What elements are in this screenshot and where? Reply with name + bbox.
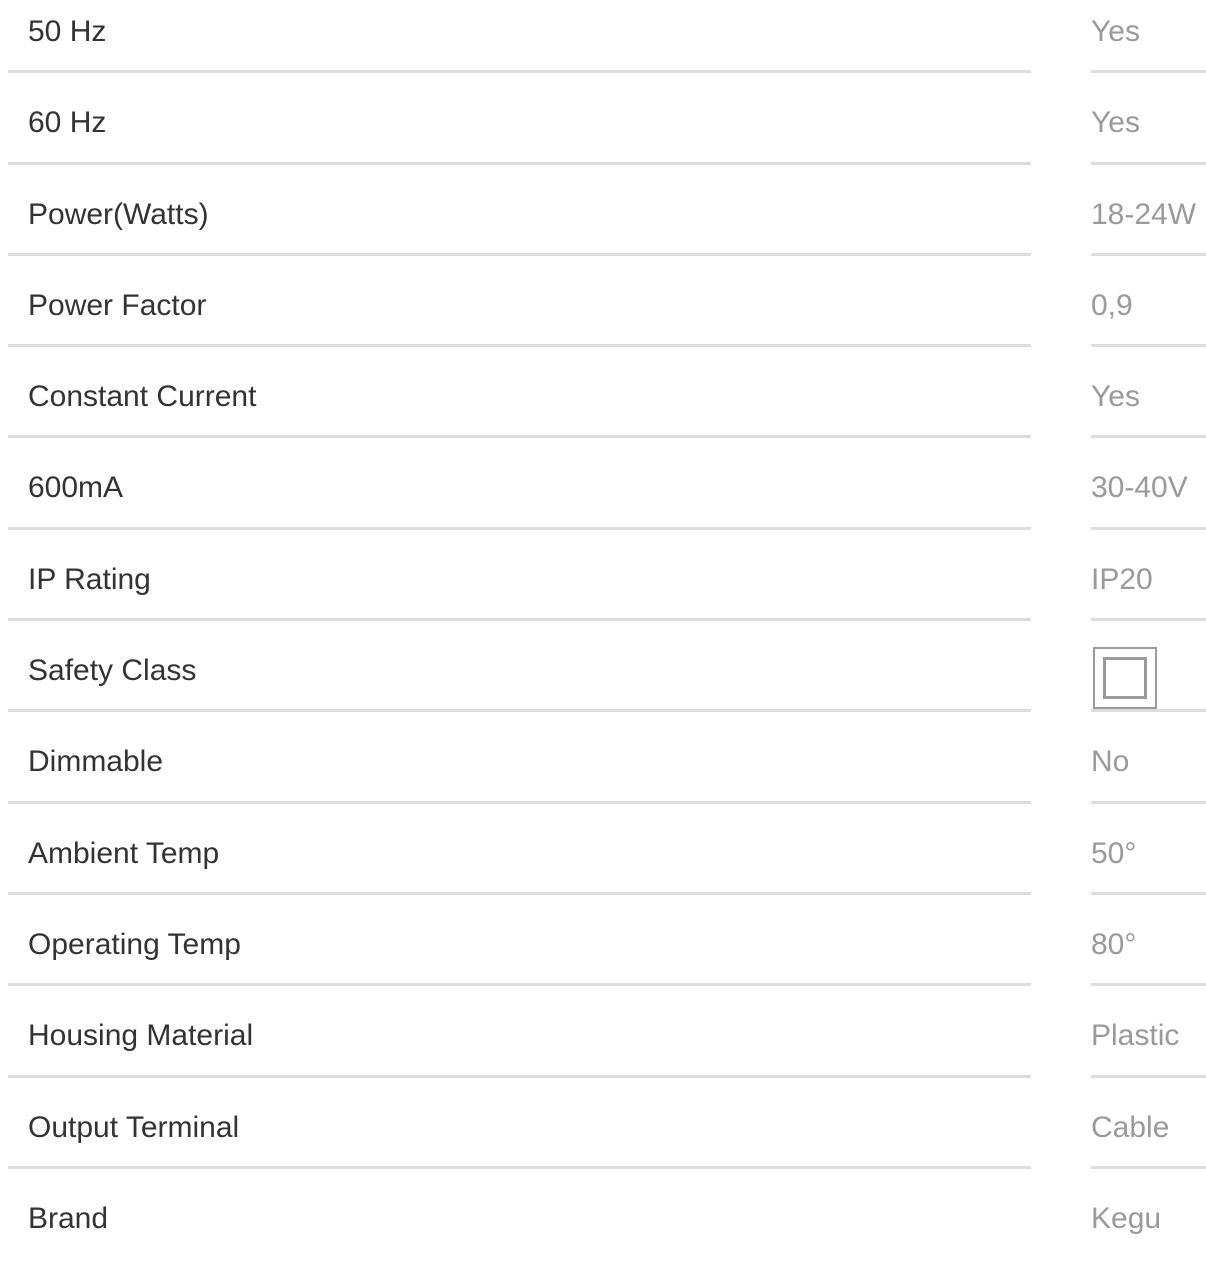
row-divider — [1091, 526, 1206, 530]
spec-row-constant-current: Constant Current Yes — [0, 365, 1206, 456]
row-divider — [8, 435, 1031, 439]
spec-row-brand: Brand Kegu — [0, 1187, 1206, 1278]
spec-label: 50 Hz — [28, 15, 107, 48]
spec-label: Operating Temp — [28, 927, 241, 961]
row-divider — [1091, 344, 1206, 348]
row-divider — [1091, 983, 1206, 987]
row-divider — [1091, 618, 1206, 622]
spec-row-50hz: 50 Hz Yes — [0, 0, 1206, 91]
spec-row-power-factor: Power Factor 0,9 — [0, 274, 1206, 365]
row-divider — [8, 252, 1031, 256]
double-insulation-icon-inner — [1103, 657, 1147, 700]
spec-label: Constant Current — [28, 380, 257, 414]
row-divider — [1091, 1074, 1206, 1078]
row-divider — [8, 526, 1031, 530]
spec-label: Power Factor — [28, 288, 207, 322]
spec-label: Housing Material — [28, 1019, 254, 1053]
row-divider — [8, 709, 1031, 713]
spec-row-safety-class: Safety Class — [0, 639, 1206, 730]
spec-value: Yes — [1091, 15, 1140, 48]
row-divider — [1091, 435, 1206, 439]
spec-value: 0,9 — [1091, 288, 1133, 322]
row-divider — [8, 618, 1031, 622]
row-divider — [8, 891, 1031, 895]
spec-label: Brand — [28, 1201, 109, 1235]
spec-value: No — [1091, 745, 1130, 779]
row-divider — [1091, 1165, 1206, 1169]
row-divider — [1091, 800, 1206, 804]
spec-value: 30-40V — [1091, 471, 1188, 505]
spec-row-power-watts: Power(Watts) 18-24W — [0, 183, 1206, 274]
spec-row-dimmable: Dimmable No — [0, 730, 1206, 821]
row-divider — [8, 70, 1031, 74]
spec-value: 80° — [1091, 927, 1137, 961]
spec-value: Yes — [1091, 380, 1140, 414]
row-divider — [8, 983, 1031, 987]
spec-table: 50 Hz Yes 60 Hz Yes Power(Watts) 18-24W … — [0, 0, 1206, 1278]
row-divider — [8, 161, 1031, 165]
spec-label: Ambient Temp — [28, 836, 220, 870]
spec-label: 600mA — [28, 471, 124, 505]
spec-label: 60 Hz — [28, 106, 107, 140]
spec-row-600ma: 600mA 30-40V — [0, 456, 1206, 547]
row-divider — [8, 1165, 1031, 1169]
row-divider — [8, 344, 1031, 348]
spec-row-output-terminal: Output Terminal Cable — [0, 1096, 1206, 1187]
spec-label: Output Terminal — [28, 1110, 240, 1144]
spec-value: Cable — [1091, 1110, 1170, 1144]
row-divider — [1091, 709, 1206, 713]
spec-row-ambient-temp: Ambient Temp 50° — [0, 822, 1206, 913]
spec-label: Dimmable — [28, 745, 164, 779]
row-divider — [1091, 161, 1206, 165]
spec-label: IP Rating — [28, 562, 151, 596]
spec-label: Power(Watts) — [28, 197, 209, 231]
row-divider — [1091, 891, 1206, 895]
row-divider — [1091, 252, 1206, 256]
row-divider — [8, 800, 1031, 804]
spec-row-housing-material: Housing Material Plastic — [0, 1004, 1206, 1095]
spec-label: Safety Class — [28, 654, 197, 688]
spec-row-60hz: 60 Hz Yes — [0, 91, 1206, 182]
spec-value: IP20 — [1091, 562, 1153, 596]
spec-value: 50° — [1091, 836, 1137, 870]
spec-value: Kegu — [1091, 1201, 1162, 1235]
row-divider — [8, 1074, 1031, 1078]
spec-row-operating-temp: Operating Temp 80° — [0, 913, 1206, 1004]
double-insulation-icon — [1093, 647, 1157, 710]
spec-value: Plastic — [1091, 1019, 1180, 1053]
spec-row-ip-rating: IP Rating IP20 — [0, 548, 1206, 639]
row-divider — [1091, 70, 1206, 74]
spec-value: Yes — [1091, 106, 1140, 140]
spec-value: 18-24W — [1091, 197, 1197, 231]
